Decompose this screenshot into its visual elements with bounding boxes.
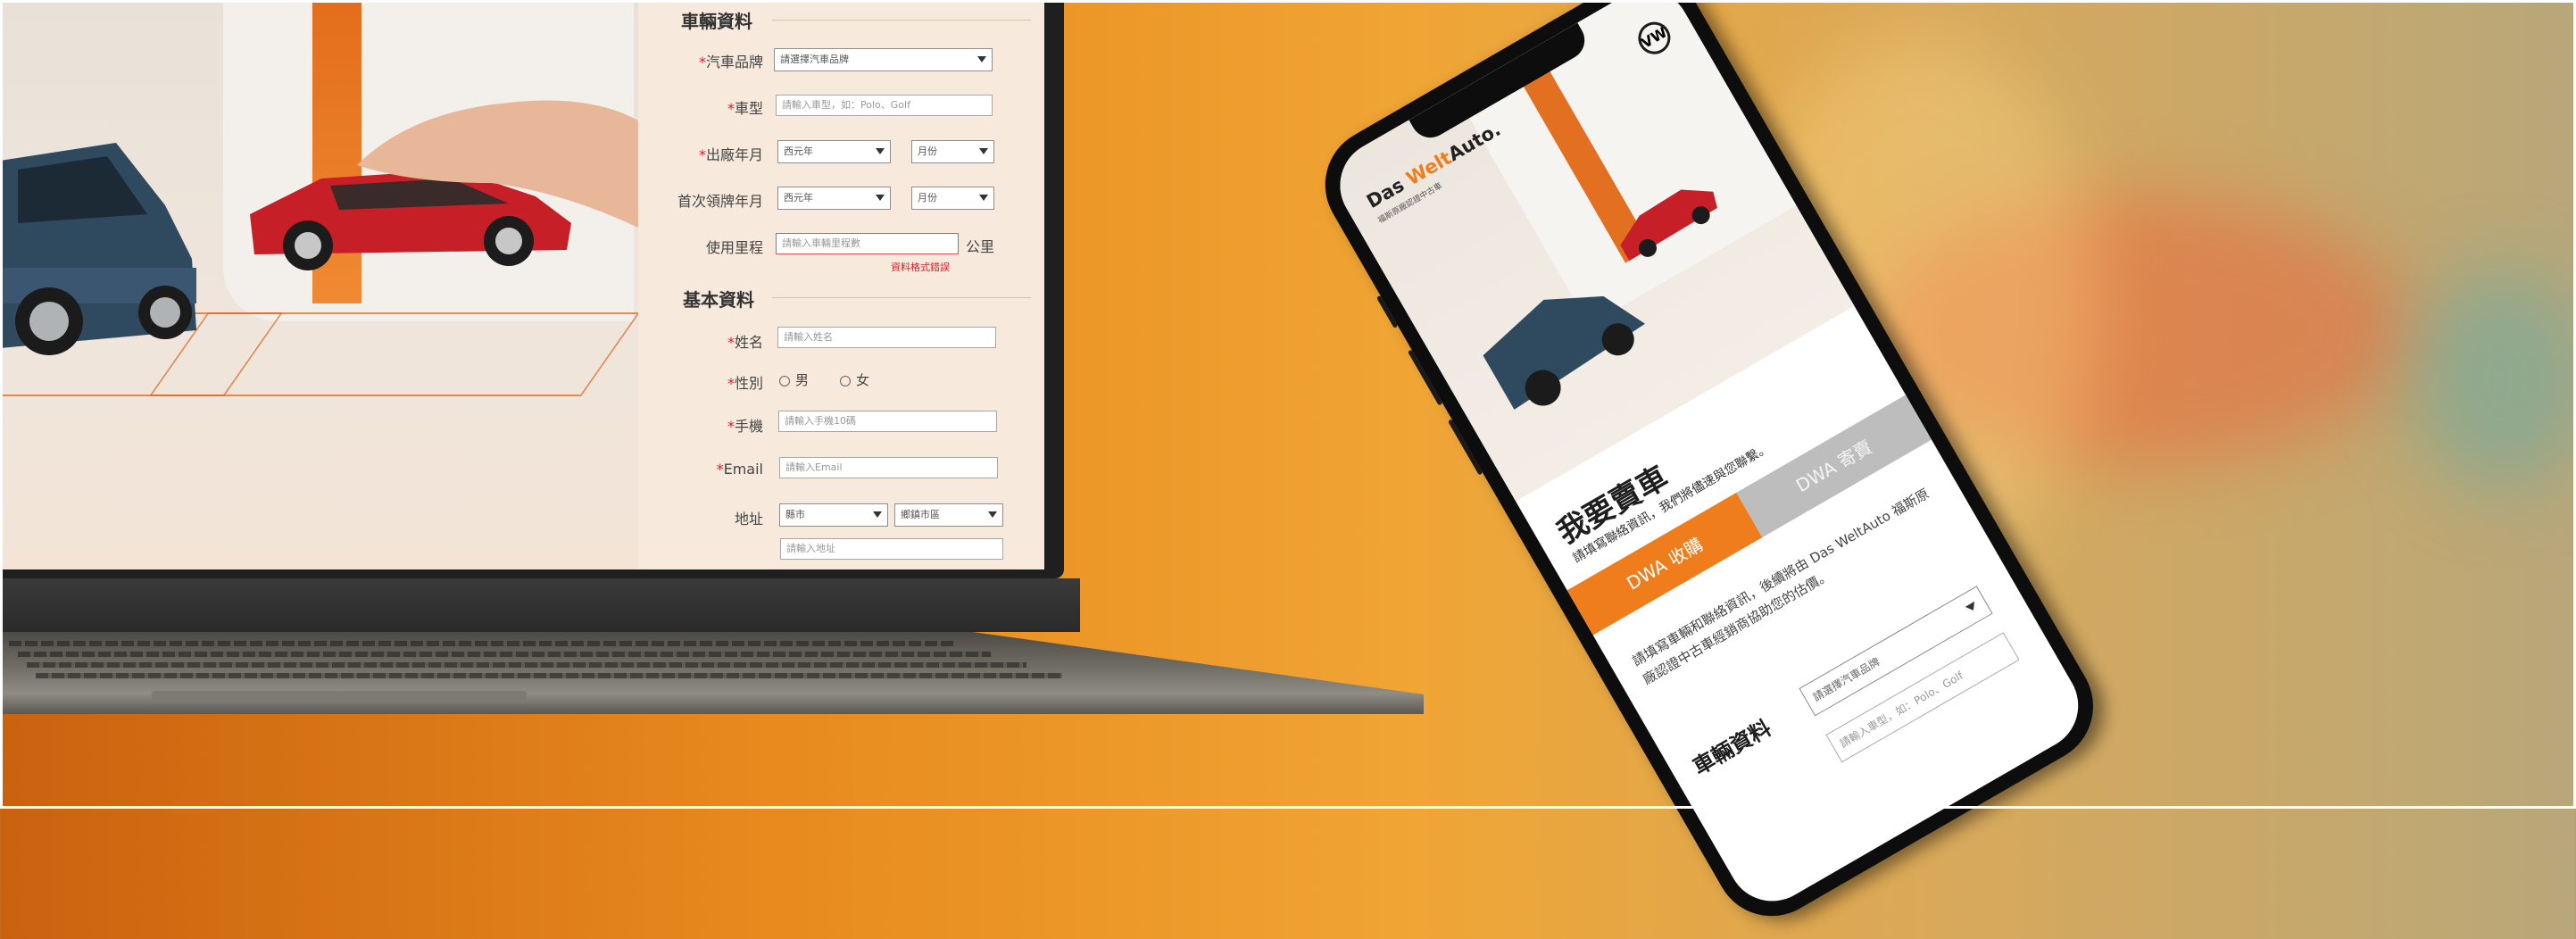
name-input[interactable]: 請輸入姓名 [777, 327, 996, 348]
required-mark: * [727, 418, 735, 435]
registration-month-value: 月份 [918, 192, 937, 204]
gender-female-label: 女 [856, 372, 870, 388]
address-label: 地址 [734, 511, 763, 528]
website-page: 車輛資料 *汽車品牌 請選擇汽車品牌 *車型 請輸入車型，如：Polo、Golf… [0, 0, 1044, 569]
divider [772, 20, 1031, 21]
floor-line [149, 312, 638, 396]
laptop-trackpad [152, 691, 527, 703]
address-input[interactable]: 請輸入地址 [780, 538, 1003, 560]
district-select-value: 鄉鎮市區 [901, 509, 940, 520]
gender-male-radio[interactable]: 男 [779, 370, 809, 389]
required-mark: * [727, 334, 735, 351]
keyboard-row [9, 641, 955, 646]
mobile-label: *手機 [638, 414, 763, 436]
mileage-error: 資料格式錯誤 [891, 262, 950, 273]
email-label: *Email [638, 461, 763, 478]
gender-male-label: 男 [795, 372, 810, 388]
required-mark: * [698, 54, 706, 71]
build-year-value: 西元年 [784, 145, 813, 157]
suv-car-image [0, 143, 196, 355]
build-month-select[interactable]: 月份 [911, 140, 994, 163]
build-date-label: *出廠年月 [638, 143, 763, 164]
build-year-select[interactable]: 西元年 [777, 140, 891, 163]
name-label-text: 姓名 [734, 334, 763, 351]
section-vehicle-title: 車輛資料 [681, 11, 752, 32]
hero-image [0, 0, 638, 569]
build-date-label-text: 出廠年月 [705, 146, 763, 163]
mobile-label-text: 手機 [734, 418, 763, 435]
keyboard-row [18, 652, 991, 657]
brand-select-value: 請選擇汽車品牌 [780, 54, 849, 65]
registration-month-select[interactable]: 月份 [911, 187, 994, 210]
required-mark: * [727, 375, 735, 392]
registration-year-select[interactable]: 西元年 [777, 187, 891, 210]
section-vehicle-title: 車輛資料 [1688, 715, 1776, 780]
gender-female-radio[interactable]: 女 [840, 370, 869, 389]
chevron-down-icon [876, 195, 885, 201]
email-label-text: Email [723, 461, 763, 478]
section-basic-title: 基本資料 [683, 289, 754, 311]
background-glow [2410, 268, 2576, 491]
hand-image [357, 100, 638, 228]
model-label-text: 車型 [734, 100, 763, 117]
chevron-down-icon [876, 148, 885, 154]
model-label: *車型 [638, 96, 763, 118]
required-mark: * [698, 146, 706, 163]
radio-circle-icon [840, 375, 851, 386]
registration-date-label: 首次領牌年月 [677, 193, 763, 210]
build-month-value: 月份 [918, 145, 937, 157]
divider [772, 297, 1031, 298]
chevron-down-icon [988, 511, 997, 518]
keyboard-row [27, 662, 1026, 668]
chevron-down-icon [979, 148, 988, 154]
brand-select[interactable]: 請選擇汽車品牌 [774, 48, 993, 71]
model-input[interactable]: 請輸入車型，如：Polo、Golf [776, 95, 993, 116]
mileage-label: 使用里程 [705, 239, 763, 256]
name-label: *姓名 [638, 330, 763, 352]
city-select[interactable]: 縣市 [779, 503, 888, 527]
keyboard-row [36, 673, 1062, 678]
required-mark: * [716, 461, 724, 478]
email-input[interactable]: 請輸入Email [779, 457, 998, 478]
laptop-hinge [0, 578, 1080, 632]
phone-hero-image: Das WeltAuto. 福斯原廠認證中古車 VW [1324, 0, 1855, 502]
chevron-down-icon [873, 511, 882, 518]
chevron-down-icon [1965, 601, 1979, 613]
brand-label-text: 汽車品牌 [705, 54, 763, 71]
mobile-input[interactable]: 請輸入手機10碼 [778, 411, 997, 432]
required-mark: * [727, 100, 735, 117]
chevron-down-icon [977, 56, 986, 62]
gender-label-text: 性別 [734, 375, 763, 392]
city-select-value: 縣市 [785, 509, 805, 520]
registration-year-value: 西元年 [784, 192, 813, 204]
sell-car-form: 車輛資料 *汽車品牌 請選擇汽車品牌 *車型 請輸入車型，如：Polo、Golf… [638, 0, 1044, 569]
mileage-input[interactable]: 請輸入車輛里程數 [776, 233, 959, 254]
laptop-screen: 車輛資料 *汽車品牌 請選擇汽車品牌 *車型 請輸入車型，如：Polo、Golf… [0, 0, 1064, 578]
district-select[interactable]: 鄉鎮市區 [894, 503, 1003, 527]
mileage-unit: 公里 [966, 238, 995, 255]
gender-label: *性別 [638, 371, 763, 393]
brand-label: *汽車品牌 [638, 50, 763, 71]
chevron-down-icon [979, 195, 988, 201]
radio-circle-icon [779, 375, 790, 386]
brand-select-value: 請選擇汽車品牌 [1810, 655, 1882, 704]
